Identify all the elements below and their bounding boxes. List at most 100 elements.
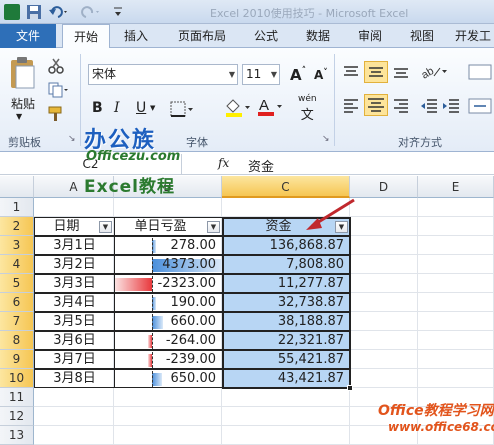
date-cell[interactable]: 3月4日 <box>34 293 115 312</box>
grid-cell[interactable] <box>350 255 418 274</box>
grid-cell[interactable] <box>34 407 114 426</box>
row-header[interactable]: 7 <box>0 312 34 331</box>
save-icon[interactable] <box>26 4 42 20</box>
tab-review[interactable]: 审阅 <box>348 24 392 48</box>
align-center-icon[interactable] <box>364 94 388 116</box>
grid-cell[interactable] <box>350 293 418 312</box>
excel-app-icon[interactable] <box>4 4 20 20</box>
grid-cell[interactable] <box>418 312 494 331</box>
grid-cell[interactable] <box>418 236 494 255</box>
row-header[interactable]: 6 <box>0 293 34 312</box>
grid-cell[interactable] <box>418 369 494 388</box>
daily-profit-cell[interactable]: -239.00 <box>114 350 223 369</box>
fund-cell[interactable]: 11,277.87 <box>222 274 351 293</box>
row-header[interactable]: 9 <box>0 350 34 369</box>
grid-cell[interactable] <box>418 255 494 274</box>
row-header[interactable]: 13 <box>0 426 34 445</box>
fill-handle[interactable] <box>347 385 353 391</box>
grid-cell[interactable] <box>114 198 222 217</box>
shrink-font-icon[interactable]: A˅ <box>314 68 328 82</box>
daily-profit-cell[interactable]: 4373.00 <box>114 255 223 274</box>
grow-font-icon[interactable]: A˄ <box>290 66 306 84</box>
borders-icon[interactable] <box>170 100 196 121</box>
row-header[interactable]: 11 <box>0 388 34 407</box>
underline-icon[interactable]: U <box>136 100 146 116</box>
grid-cell[interactable] <box>418 331 494 350</box>
fund-cell[interactable]: 55,421.87 <box>222 350 351 369</box>
cut-icon[interactable] <box>48 58 64 77</box>
row-header[interactable]: 2 <box>0 217 34 236</box>
date-cell[interactable]: 3月2日 <box>34 255 115 274</box>
paste-icon[interactable] <box>8 56 38 93</box>
format-painter-icon[interactable] <box>48 106 64 125</box>
font-launcher-icon[interactable]: ↘ <box>322 134 330 144</box>
row-header[interactable]: 4 <box>0 255 34 274</box>
grid-cell[interactable] <box>350 369 418 388</box>
undo-icon[interactable] <box>48 4 67 20</box>
row-header[interactable]: 12 <box>0 407 34 426</box>
date-cell[interactable]: 3月5日 <box>34 312 115 331</box>
align-middle-icon[interactable] <box>364 61 388 83</box>
increase-indent-icon[interactable] <box>442 98 460 117</box>
tab-view[interactable]: 视图 <box>400 24 444 48</box>
grid-cell[interactable] <box>418 217 494 236</box>
fund-cell[interactable]: 7,808.80 <box>222 255 351 274</box>
fill-color-icon[interactable] <box>224 98 252 121</box>
grid-cell[interactable] <box>350 312 418 331</box>
fund-cell[interactable]: 22,321.87 <box>222 331 351 350</box>
tab-home[interactable]: 开始 <box>62 24 110 49</box>
align-left-icon[interactable] <box>342 98 360 117</box>
fund-cell[interactable]: 38,188.87 <box>222 312 351 331</box>
filter-dropdown-icon[interactable]: ▼ <box>207 221 220 233</box>
fund-cell[interactable]: 136,868.87 <box>222 236 351 255</box>
chevron-down-icon[interactable]: ▼ <box>150 104 155 112</box>
tab-insert[interactable]: 插入 <box>114 24 158 48</box>
daily-profit-cell[interactable]: 660.00 <box>114 312 223 331</box>
date-cell[interactable]: 3月8日 <box>34 369 115 388</box>
insert-function-icon[interactable]: fx <box>218 156 229 170</box>
tab-developer[interactable]: 开发工 <box>452 24 494 48</box>
select-all-corner[interactable] <box>0 176 34 198</box>
row-header[interactable]: 10 <box>0 369 34 388</box>
fund-cell[interactable]: 32,738.87 <box>222 293 351 312</box>
phonetic-guide-icon[interactable]: wén 文 <box>298 94 317 123</box>
grid-cell[interactable] <box>418 293 494 312</box>
grid-cell[interactable] <box>350 350 418 369</box>
wrap-text-icon[interactable] <box>468 64 494 80</box>
align-right-icon[interactable] <box>392 98 410 117</box>
daily-profit-cell[interactable]: 650.00 <box>114 369 223 388</box>
customize-quick-access-icon[interactable] <box>112 4 124 20</box>
font-name-select[interactable]: 宋体 ▼ <box>88 64 238 85</box>
column-header-c[interactable]: C <box>222 176 350 198</box>
daily-profit-cell[interactable]: 190.00 <box>114 293 223 312</box>
grid-cell[interactable] <box>34 426 114 445</box>
header-date[interactable]: 日期 ▼ <box>34 217 115 236</box>
redo-icon[interactable] <box>80 4 99 20</box>
row-header[interactable]: 1 <box>0 198 34 217</box>
align-top-icon[interactable] <box>342 64 360 83</box>
grid-cell[interactable] <box>114 388 222 407</box>
grid-cell[interactable] <box>222 388 350 407</box>
font-color-icon[interactable]: A <box>256 96 284 121</box>
tab-file[interactable]: 文件 <box>0 24 56 48</box>
row-header[interactable]: 5 <box>0 274 34 293</box>
grid-cell[interactable] <box>418 274 494 293</box>
grid-cell[interactable] <box>350 331 418 350</box>
grid-cell[interactable] <box>114 426 222 445</box>
align-bottom-icon[interactable] <box>392 64 410 83</box>
column-header-e[interactable]: E <box>418 176 494 198</box>
grid-cell[interactable] <box>350 217 418 236</box>
date-cell[interactable]: 3月3日 <box>34 274 115 293</box>
grid-cell[interactable] <box>222 407 350 426</box>
filter-dropdown-icon[interactable]: ▼ <box>99 221 112 233</box>
grid-cell[interactable] <box>350 236 418 255</box>
paste-dropdown-icon[interactable]: ▼ <box>16 112 22 121</box>
paste-button[interactable]: 粘贴 <box>8 94 38 113</box>
daily-profit-cell[interactable]: -264.00 <box>114 331 223 350</box>
date-cell[interactable]: 3月6日 <box>34 331 115 350</box>
date-cell[interactable]: 3月7日 <box>34 350 115 369</box>
grid-cell[interactable] <box>350 198 418 217</box>
tab-formulas[interactable]: 公式 <box>244 24 288 48</box>
bold-icon[interactable]: B <box>92 100 103 116</box>
column-header-d[interactable]: D <box>350 176 418 198</box>
